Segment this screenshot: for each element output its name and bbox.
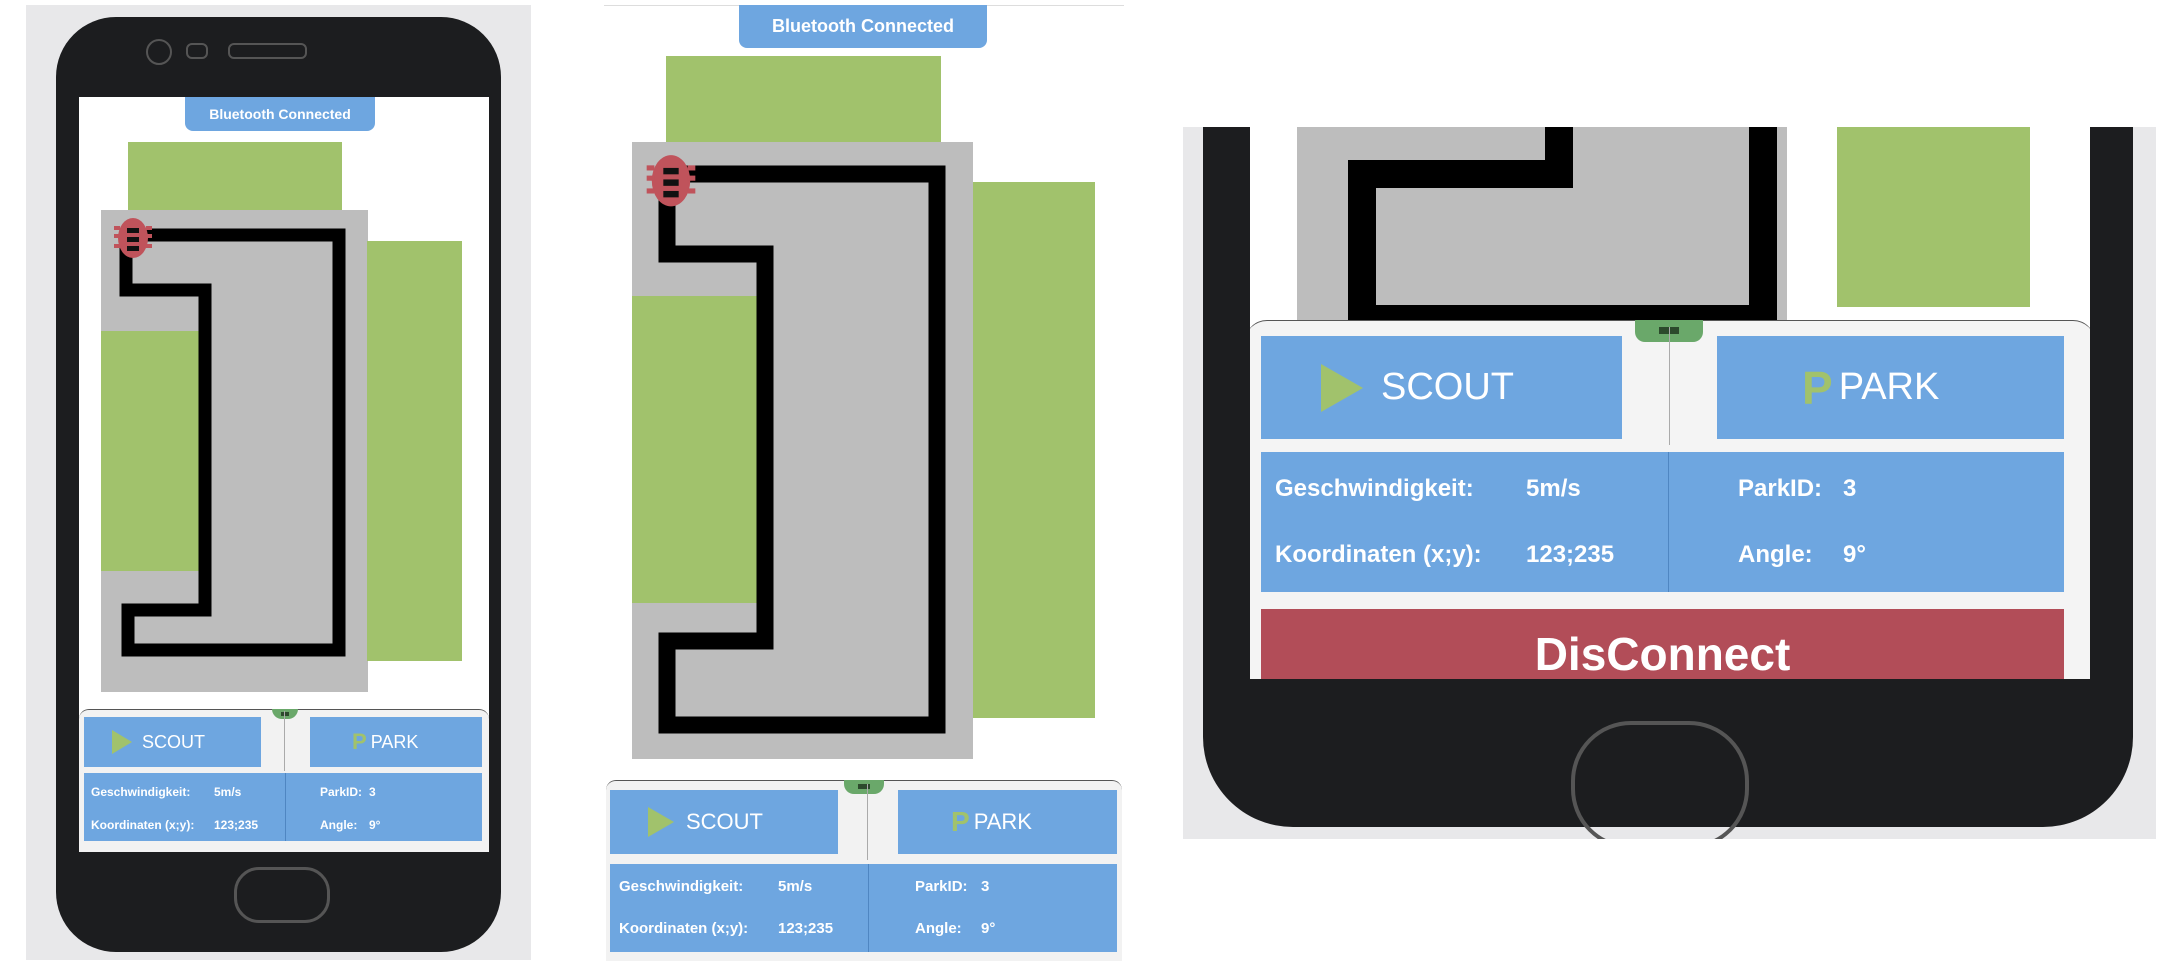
parking-space[interactable]: [666, 56, 941, 146]
angle-value: 9°: [981, 920, 996, 937]
park-label: PARK: [370, 731, 419, 752]
coords-label: Koordinaten (x;y):: [1275, 541, 1482, 568]
telemetry-panel: Geschwindigkeit: 5m/s Koordinaten (x;y):…: [1261, 452, 2064, 592]
driving-route: [119, 228, 346, 657]
camera-icon: [146, 39, 172, 65]
coords-label: Koordinaten (x;y):: [91, 818, 195, 832]
speed-label: Geschwindigkeit:: [1275, 475, 1474, 502]
angle-label: Angle:: [1738, 541, 1813, 568]
park-button[interactable]: P PARK: [310, 717, 482, 767]
button-divider: [1669, 327, 1670, 445]
scout-button[interactable]: SCOUT: [84, 717, 261, 767]
button-divider: [867, 784, 868, 860]
speaker-grille: [228, 43, 307, 59]
disconnect-button[interactable]: DisConnect: [1261, 609, 2064, 679]
play-icon: [112, 730, 132, 754]
driving-route: [1348, 127, 1777, 333]
scout-label: SCOUT: [1381, 366, 1514, 408]
scout-label: SCOUT: [686, 809, 763, 834]
scout-button[interactable]: SCOUT: [610, 790, 838, 854]
scout-button[interactable]: SCOUT: [1261, 336, 1622, 439]
telemetry-panel: Geschwindigkeit: 5m/s Koordinaten (x;y):…: [610, 864, 1117, 952]
coords-label: Koordinaten (x;y):: [619, 920, 749, 937]
parkid-label: ParkID:: [320, 785, 363, 799]
coords-value: 123;235: [1526, 541, 1615, 568]
park-button[interactable]: P PARK: [1717, 336, 2064, 439]
park-label: PARK: [1838, 366, 1940, 408]
speed-value: 5m/s: [214, 785, 242, 799]
parking-icon: P: [352, 729, 367, 754]
scout-label: SCOUT: [142, 731, 205, 752]
home-button[interactable]: [1571, 721, 1749, 839]
coords-value: 123;235: [214, 818, 259, 832]
panel-divider: [1668, 452, 1669, 592]
parking-icon: P: [1802, 361, 1833, 414]
bluetooth-status-badge: Bluetooth Connected: [185, 97, 375, 131]
speed-value: 5m/s: [1526, 475, 1581, 502]
angle-label: Angle:: [320, 818, 358, 832]
sensor-icon: [186, 43, 208, 59]
park-button[interactable]: P PARK: [898, 790, 1117, 854]
angle-value: 9°: [1843, 541, 1866, 568]
parking-space[interactable]: [128, 142, 342, 212]
parking-space[interactable]: [1837, 127, 2030, 307]
bluetooth-status-badge: Bluetooth Connected: [739, 5, 987, 48]
parking-space[interactable]: [367, 241, 462, 661]
panel-divider: [285, 773, 286, 841]
parkid-label: ParkID:: [915, 878, 968, 895]
phone-screen: Bluetooth Connected SCOUT P PARK Geschwi: [79, 97, 489, 852]
play-icon: [648, 807, 674, 837]
button-divider: [284, 711, 285, 771]
car-icon: [114, 218, 152, 258]
zoomed-phone-bottom: SCOUT P PARK Geschwindigkeit: 5m/s Koord…: [1183, 127, 2156, 839]
drawer-handle-icon[interactable]: [844, 780, 884, 794]
parking-icon: P: [951, 806, 970, 837]
telemetry-panel: Geschwindigkeit: 5m/s Koordinaten (x;y):…: [84, 773, 482, 841]
phone-mockup-full: Bluetooth Connected SCOUT P PARK Geschwi: [26, 5, 531, 960]
play-icon: [1321, 363, 1363, 412]
zoomed-screen: Bluetooth Connected SCOUT P PARK Geschwi…: [604, 0, 1124, 961]
parking-space[interactable]: [973, 182, 1095, 718]
angle-value: 9°: [369, 818, 381, 832]
park-label: PARK: [973, 809, 1032, 834]
speed-label: Geschwindigkeit:: [91, 785, 191, 799]
phone-screen: SCOUT P PARK Geschwindigkeit: 5m/s Koord…: [1250, 127, 2090, 679]
parkid-value: 3: [981, 878, 990, 895]
driving-route: [658, 165, 946, 734]
speed-label: Geschwindigkeit:: [619, 878, 744, 895]
parkid-label: ParkID:: [1738, 475, 1823, 502]
coords-value: 123;235: [778, 920, 834, 937]
speed-value: 5m/s: [778, 878, 813, 895]
home-button[interactable]: [234, 867, 330, 923]
angle-label: Angle:: [915, 920, 962, 937]
parkid-value: 3: [369, 785, 376, 799]
car-icon: [646, 155, 696, 207]
parkid-value: 3: [1843, 475, 1857, 502]
panel-divider: [868, 864, 869, 952]
